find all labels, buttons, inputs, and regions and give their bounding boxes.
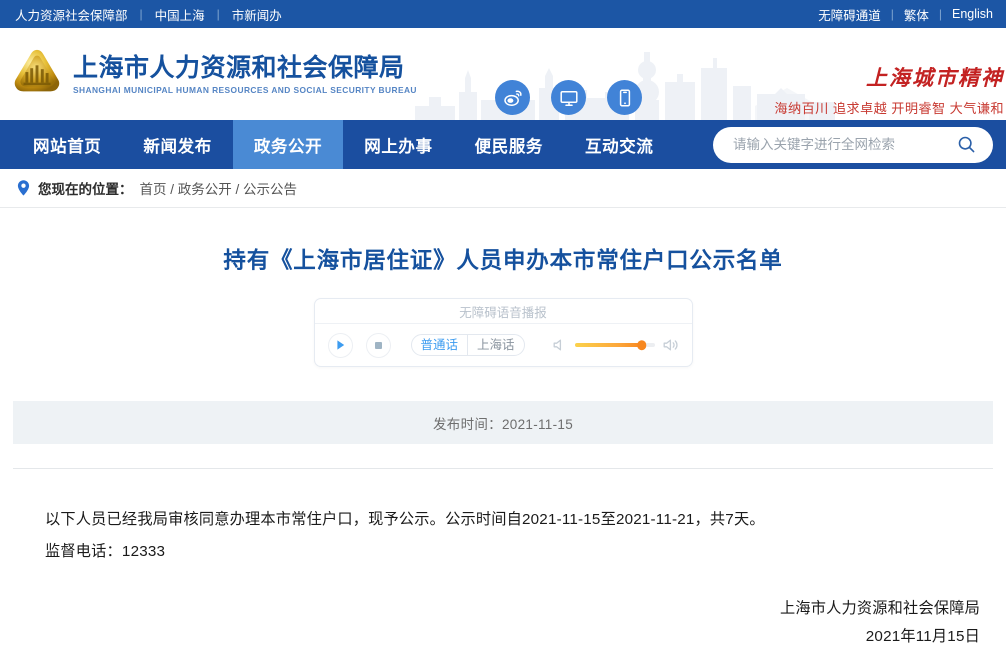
desktop-monitor-icon[interactable] [551, 80, 586, 115]
search-button[interactable] [956, 135, 977, 154]
stop-icon [374, 341, 382, 349]
shanghai-hrss-emblem-icon [14, 49, 60, 92]
article-signature: 上海市人力资源和社会保障局 2021年11月15日 [13, 567, 993, 651]
article-paragraph: 以下人员已经我局审核同意办理本市常住户口，现予公示。公示时间自2021-11-1… [45, 511, 765, 529]
top-link-press-office[interactable]: 市新闻办 [232, 5, 282, 24]
accessibility-audio-player: 无障碍语音播报 普通话 上海话 [313, 298, 693, 368]
site-search [713, 120, 1006, 169]
city-spirit-title: 上海城市精神 [866, 66, 1004, 90]
volume-slider-thumb[interactable] [636, 340, 647, 351]
nav-item-interaction[interactable]: 互动交流 [564, 120, 674, 169]
site-header: 上海市人力资源和社会保障局 SHANGHAI MUNICIPAL HUMAN R… [0, 28, 1006, 120]
brand-text-block: 上海市人力资源和社会保障局 SHANGHAI MUNICIPAL HUMAN R… [73, 54, 417, 95]
nav-item-online-services[interactable]: 网上办事 [343, 120, 453, 169]
top-link-china-shanghai[interactable]: 中国上海 [155, 5, 205, 24]
stop-button[interactable] [365, 332, 391, 358]
publish-date-band: 发布时间：2021-11-15 [13, 401, 993, 445]
play-icon [336, 340, 344, 350]
breadcrumb: 您现在的位置： 首页 / 政务公开 / 公示公告 [0, 169, 1006, 208]
top-link-english[interactable]: English [952, 7, 993, 21]
article-body: 以下人员已经我局审核同意办理本市常住户口，现予公示。公示时间自2021-11-1… [13, 469, 993, 566]
main-navigation: 网站首页 新闻发布 政务公开 网上办事 便民服务 互动交流 [0, 120, 1006, 169]
mobile-phone-icon[interactable] [607, 80, 642, 115]
volume-slider[interactable] [574, 340, 655, 351]
top-bar-separator: | [139, 7, 143, 21]
nav-item-list: 网站首页 新闻发布 政务公开 网上办事 便民服务 互动交流 [0, 120, 674, 169]
audio-player-controls: 普通话 上海话 [315, 324, 692, 366]
weibo-icon[interactable] [495, 80, 530, 115]
top-bar-left-links: 人力资源社会保障部 | 中国上海 | 市新闻办 [0, 5, 282, 24]
language-toggle: 普通话 上海话 [410, 334, 525, 357]
audio-player-header: 无障碍语音播报 [314, 299, 692, 325]
lang-option-shanghainese[interactable]: 上海话 [468, 335, 524, 355]
nav-item-news[interactable]: 新闻发布 [122, 120, 232, 169]
lang-option-mandarin[interactable]: 普通话 [412, 335, 469, 356]
search-icon [958, 136, 975, 153]
top-link-mohrss[interactable]: 人力资源社会保障部 [15, 5, 128, 24]
page-title: 持有《上海市居住证》人员申办本市常住户口公示名单 [223, 248, 783, 273]
nav-item-public-services[interactable]: 便民服务 [454, 120, 564, 169]
publish-date-text: 发布时间：2021-11-15 [432, 416, 574, 432]
city-spirit-block: 上海城市精神 海纳百川 追求卓越 开明睿智 大气谦和 [774, 68, 1006, 117]
top-link-traditional-chinese[interactable]: 繁体 [904, 5, 929, 24]
top-bar-right-links: 无障碍通道 | 繁体 | English [818, 5, 1006, 24]
search-box[interactable] [713, 126, 993, 163]
top-link-accessibility[interactable]: 无障碍通道 [818, 5, 881, 24]
location-pin-icon [17, 180, 30, 196]
brand-name-english: SHANGHAI MUNICIPAL HUMAN RESOURCES AND S… [73, 84, 417, 95]
article-container: 持有《上海市居住证》人员申办本市常住户口公示名单 无障碍语音播报 普通话 上海话 [0, 208, 1006, 651]
nav-item-home[interactable]: 网站首页 [12, 120, 122, 169]
social-links [495, 80, 642, 115]
volume-up-icon[interactable] [663, 338, 679, 352]
search-input[interactable] [733, 137, 956, 152]
audio-player-wrapper: 无障碍语音播报 普通话 上海话 [13, 298, 993, 368]
breadcrumb-trail[interactable]: 首页 / 政务公开 / 公示公告 [140, 178, 298, 198]
top-bar-separator: | [216, 7, 220, 21]
play-button[interactable] [327, 332, 353, 358]
top-utility-bar: 人力资源社会保障部 | 中国上海 | 市新闻办 无障碍通道 | 繁体 | Eng… [0, 0, 1006, 28]
city-spirit-subtitle: 海纳百川 追求卓越 开明睿智 大气谦和 [774, 101, 1004, 116]
site-brand[interactable]: 上海市人力资源和社会保障局 SHANGHAI MUNICIPAL HUMAN R… [0, 47, 417, 101]
top-bar-separator: | [938, 7, 942, 21]
top-bar-separator: | [890, 7, 894, 21]
brand-name-chinese: 上海市人力资源和社会保障局 [73, 53, 405, 82]
nav-item-government-affairs[interactable]: 政务公开 [232, 120, 344, 169]
breadcrumb-label: 您现在的位置： [38, 182, 133, 197]
volume-mute-icon[interactable] [552, 338, 567, 352]
signature-organization: 上海市人力资源和社会保障局 [779, 599, 980, 617]
volume-control [552, 338, 679, 352]
signature-date: 2021年11月15日 [865, 627, 980, 645]
article-paragraph: 监督电话：12333 [45, 542, 166, 560]
